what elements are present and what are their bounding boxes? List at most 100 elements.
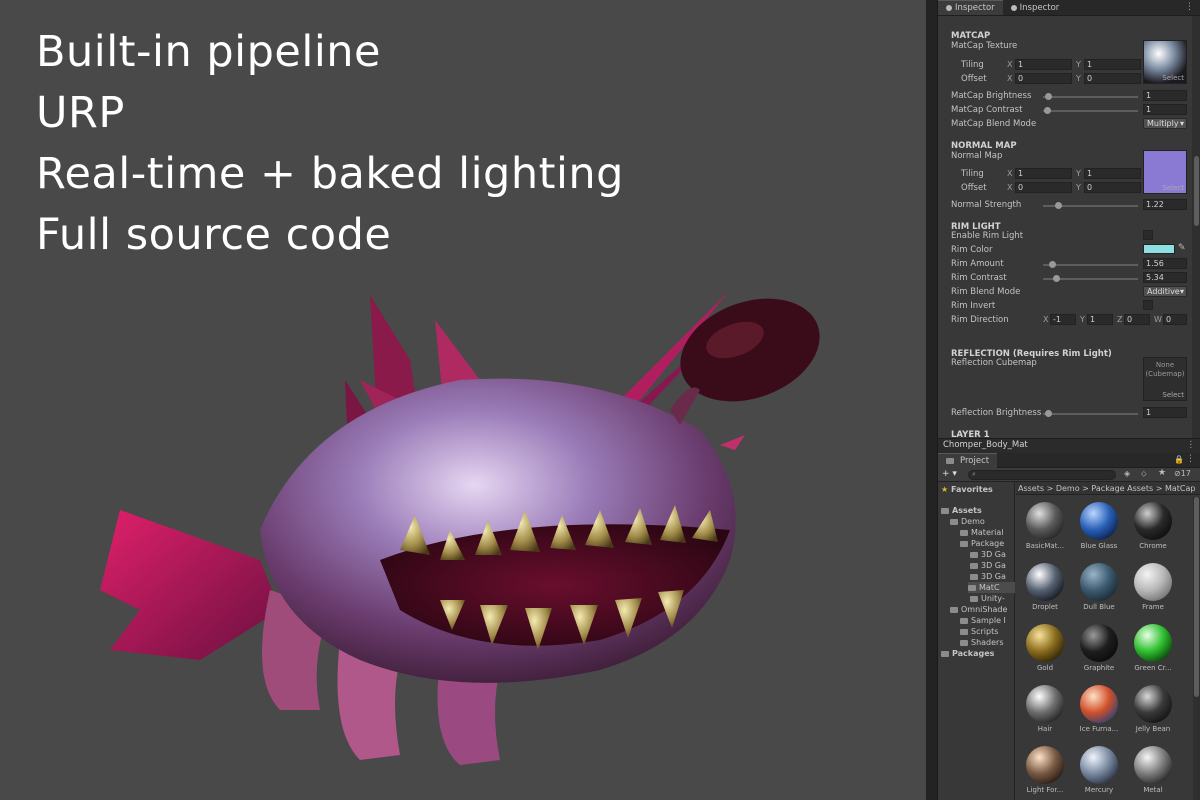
scroll-thumb[interactable]	[1194, 497, 1199, 697]
asset-item[interactable]: Droplet	[1022, 563, 1068, 611]
normal-select[interactable]: Select	[1162, 184, 1184, 192]
rim-contrast-value[interactable]: 5.34	[1143, 272, 1187, 283]
matcap-contrast-label: MatCap Contrast	[951, 105, 1023, 115]
more-menu-icon[interactable]: ⋮	[1185, 2, 1194, 12]
tree-packages[interactable]: Packages	[941, 648, 994, 659]
tab-project[interactable]: Project	[938, 453, 998, 468]
rim-dir-w[interactable]: 0	[1163, 314, 1187, 325]
project-search-input[interactable]: ⌕	[968, 470, 1116, 480]
asset-item[interactable]: Graphite	[1076, 624, 1122, 672]
headline-line-4: Full source code	[36, 210, 392, 260]
favorite-star-icon[interactable]: ★	[1158, 468, 1166, 478]
rim-dir-y[interactable]: 1	[1087, 314, 1113, 325]
matcap-offset-x[interactable]: 0	[1015, 73, 1072, 84]
lock-icon[interactable]: 🔒	[1174, 455, 1184, 464]
asset-item[interactable]: Metal	[1130, 746, 1176, 794]
normal-strength-slider[interactable]	[1043, 202, 1138, 209]
asset-item[interactable]: Chrome	[1130, 502, 1176, 550]
asset-item[interactable]: Blue Glass	[1076, 502, 1122, 550]
asset-item[interactable]: Ice Furna...	[1076, 685, 1122, 733]
matcap-blend-dropdown[interactable]: Multiply ▾	[1143, 118, 1187, 129]
asset-item[interactable]: Jelly Bean	[1130, 685, 1176, 733]
tree-3dgame-3[interactable]: 3D Ga	[970, 571, 1006, 582]
tree-3dgame-1[interactable]: 3D Ga	[970, 549, 1006, 560]
matcap-contrast-slider[interactable]	[1043, 107, 1138, 114]
matcap-tiling-y[interactable]: 1	[1084, 59, 1141, 70]
project-scrollbar[interactable]	[1193, 497, 1200, 800]
slider-knob[interactable]	[1044, 107, 1051, 114]
tree-unity[interactable]: Unity-	[970, 593, 1005, 604]
matcap-brightness-value[interactable]: 1	[1143, 90, 1187, 101]
more-menu-icon[interactable]: ⋮	[1186, 454, 1195, 464]
asset-item[interactable]: Green Cr...	[1130, 624, 1176, 672]
rim-blend-dropdown[interactable]: Additive ▾	[1143, 286, 1187, 297]
asset-item[interactable]: Gold	[1022, 624, 1068, 672]
inspector-scrollbar[interactable]	[1192, 16, 1200, 452]
normal-tiling-y[interactable]: 1	[1084, 168, 1141, 179]
slider-knob[interactable]	[1053, 275, 1060, 282]
tree-3dgame-2[interactable]: 3D Ga	[970, 560, 1006, 571]
more-menu-icon[interactable]: ⋮	[1187, 439, 1196, 452]
tree-omnishade[interactable]: OmniShade	[950, 604, 1007, 615]
reflection-select[interactable]: Select	[1162, 391, 1184, 399]
filter-by-label-icon[interactable]: ⬦	[1141, 469, 1147, 479]
breadcrumb-demo[interactable]: Demo	[1056, 484, 1080, 493]
breadcrumb-package-assets[interactable]: Package Assets	[1091, 484, 1153, 493]
tab-inspector-2[interactable]: Inspector	[1003, 0, 1068, 15]
normal-map-slot[interactable]: Select	[1143, 150, 1187, 194]
rim-color-swatch[interactable]	[1143, 244, 1175, 254]
tree-scripts[interactable]: Scripts	[960, 626, 998, 637]
tree-sample[interactable]: Sample I	[960, 615, 1006, 626]
reflection-cubemap-slot[interactable]: None (Cubemap) Select	[1143, 357, 1187, 401]
slider-knob[interactable]	[1045, 93, 1052, 100]
eyedropper-icon[interactable]: ✎	[1178, 243, 1186, 253]
tree-materials[interactable]: Material	[960, 527, 1004, 538]
rim-amount-value[interactable]: 1.56	[1143, 258, 1187, 269]
tree-favorites[interactable]: ★ Favorites	[941, 484, 993, 495]
rim-contrast-slider[interactable]	[1043, 275, 1138, 282]
create-button[interactable]: + ▾	[942, 469, 957, 479]
asset-item[interactable]: Light For...	[1022, 746, 1068, 794]
scene-viewport[interactable]: Built-in pipeline URP Real-time + baked …	[0, 0, 926, 800]
matcap-select[interactable]: Select	[1162, 74, 1184, 82]
reflection-brightness-value[interactable]: 1	[1143, 407, 1187, 418]
matcap-contrast-value[interactable]: 1	[1143, 104, 1187, 115]
rim-enable-checkbox[interactable]	[1143, 230, 1153, 240]
asset-item[interactable]: Hair	[1022, 685, 1068, 733]
asset-item[interactable]: Dull Blue	[1076, 563, 1122, 611]
tree-demo[interactable]: Demo	[950, 516, 985, 527]
breadcrumb-assets[interactable]: Assets	[1018, 484, 1044, 493]
rim-dir-x[interactable]: -1	[1050, 314, 1076, 325]
breadcrumb-matcap[interactable]: MatCap	[1165, 484, 1196, 493]
x-label: X	[1007, 74, 1013, 83]
matcap-offset-y[interactable]: 0	[1084, 73, 1141, 84]
asset-item[interactable]: BasicMat...	[1022, 502, 1068, 550]
tab-inspector-1[interactable]: Inspector	[938, 0, 1003, 15]
material-preview-bar[interactable]: Chomper_Body_Mat ⋮	[938, 438, 1200, 453]
slider-knob[interactable]	[1055, 202, 1062, 209]
normal-offset-x[interactable]: 0	[1015, 182, 1072, 193]
tree-demo-label: Demo	[961, 517, 985, 526]
normal-strength-value[interactable]: 1.22	[1143, 199, 1187, 210]
asset-item[interactable]: Frame	[1130, 563, 1176, 611]
slider-knob[interactable]	[1045, 410, 1052, 417]
hidden-packages-icon[interactable]: ⊘17	[1174, 469, 1191, 478]
reflection-brightness-slider[interactable]	[1043, 410, 1138, 417]
normal-tiling-x[interactable]: 1	[1015, 168, 1072, 179]
matcap-texture-slot[interactable]: Select	[1143, 40, 1187, 84]
tree-shaders[interactable]: Shaders	[960, 637, 1004, 648]
slider-knob[interactable]	[1049, 261, 1056, 268]
x-label: X	[1043, 315, 1049, 324]
rim-dir-z[interactable]: 0	[1124, 314, 1150, 325]
matcap-tiling-x[interactable]: 1	[1015, 59, 1072, 70]
tree-package[interactable]: Package	[960, 538, 1004, 549]
scroll-thumb[interactable]	[1194, 156, 1199, 226]
tree-assets[interactable]: Assets	[941, 505, 982, 516]
tree-matcap-selected[interactable]: MatC	[968, 582, 1015, 593]
normal-offset-y[interactable]: 0	[1084, 182, 1141, 193]
rim-amount-slider[interactable]	[1043, 261, 1138, 268]
rim-invert-checkbox[interactable]	[1143, 300, 1153, 310]
asset-item[interactable]: Mercury	[1076, 746, 1122, 794]
matcap-brightness-slider[interactable]	[1043, 93, 1138, 100]
filter-by-type-icon[interactable]: ◈	[1124, 469, 1130, 478]
